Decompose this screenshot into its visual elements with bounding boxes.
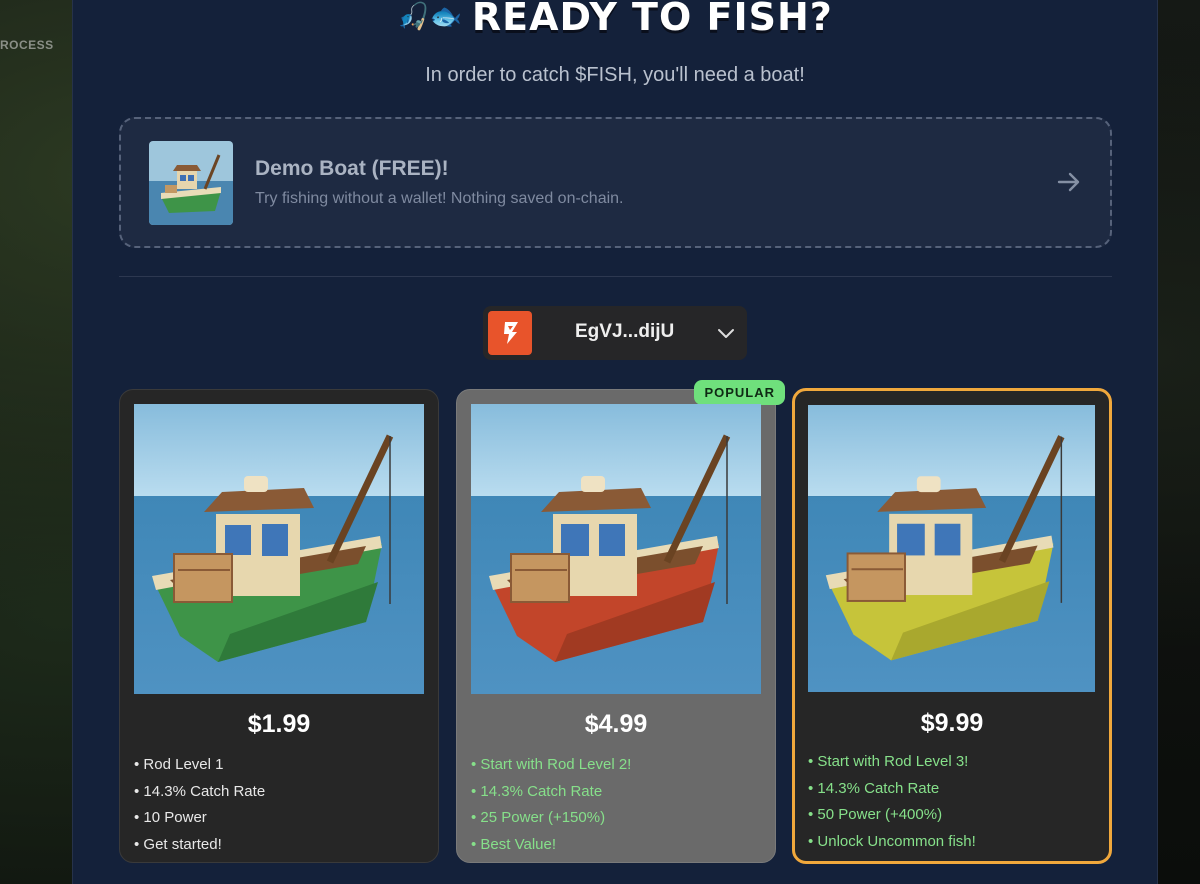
modal-subtitle: In order to catch $FISH, you'll need a b… <box>425 64 805 86</box>
feature-item: • 14.3% Catch Rate <box>134 782 266 800</box>
demo-boat-title: Demo Boat (FREE)! <box>255 157 449 180</box>
demo-boat-subtitle: Try fishing without a wallet! Nothing sa… <box>255 190 624 207</box>
plan-features: • Start with Rod Level 3! • 14.3% Catch … <box>808 749 976 855</box>
feature-item: • 14.3% Catch Rate <box>471 782 603 800</box>
boat-image-red <box>471 404 761 694</box>
background-label: ROCESS <box>0 38 54 52</box>
popular-badge: POPULAR <box>694 380 785 405</box>
boat-purchase-modal: 🎣🐟 READY TO FISH? In order to catch $FIS… <box>72 0 1158 884</box>
plan-card-1[interactable]: $1.99 • Rod Level 1 • 14.3% Catch Rate •… <box>119 389 439 863</box>
modal-title: 🎣🐟 READY TO FISH? <box>73 0 1157 40</box>
feature-item: • Start with Rod Level 3! <box>808 753 969 770</box>
feature-item: • 14.3% Catch Rate <box>808 779 940 797</box>
wallet-selector[interactable]: EgVJ...dijU <box>483 306 747 360</box>
demo-boat-thumbnail <box>149 141 233 225</box>
plan-price: $1.99 <box>247 710 311 738</box>
plan-features: • Start with Rod Level 2! • 14.3% Catch … <box>471 752 631 858</box>
feature-item: • Start with Rod Level 2! <box>471 756 632 773</box>
wallet-logo-icon <box>488 311 532 355</box>
feature-item: • Get started! <box>134 835 222 853</box>
plan-card-2[interactable]: POPULAR $4.99 • Start with Rod Level 2! … <box>456 380 785 863</box>
plan-price: $9.99 <box>920 709 984 737</box>
chevron-down-icon[interactable] <box>717 324 735 342</box>
feature-item: • Rod Level 1 <box>134 756 224 773</box>
arrow-right-icon[interactable] <box>1056 167 1082 197</box>
demo-boat-button[interactable]: Demo Boat (FREE)! Try fishing without a … <box>119 117 1112 248</box>
feature-item: • 25 Power (+150%) <box>471 809 606 826</box>
wallet-address: EgVJ...dijU <box>575 321 675 342</box>
feature-item: • 50 Power (+400%) <box>808 806 943 823</box>
plan-card-3[interactable]: $9.99 • Start with Rod Level 3! • 14.3% … <box>792 388 1112 864</box>
feature-item: • Unlock Uncommon fish! <box>808 832 976 850</box>
plan-price: $4.99 <box>584 710 648 738</box>
modal-title-text: READY TO FISH? <box>471 0 833 39</box>
plan-features: • Rod Level 1 • 14.3% Catch Rate • 10 Po… <box>134 752 265 858</box>
boat-image-green <box>134 404 424 694</box>
section-divider <box>119 276 1112 277</box>
feature-item: • Best Value! <box>471 835 557 853</box>
boat-image-yellow <box>808 405 1095 692</box>
feature-item: • 10 Power <box>134 809 207 826</box>
fishing-icon: 🎣🐟 <box>397 2 462 32</box>
